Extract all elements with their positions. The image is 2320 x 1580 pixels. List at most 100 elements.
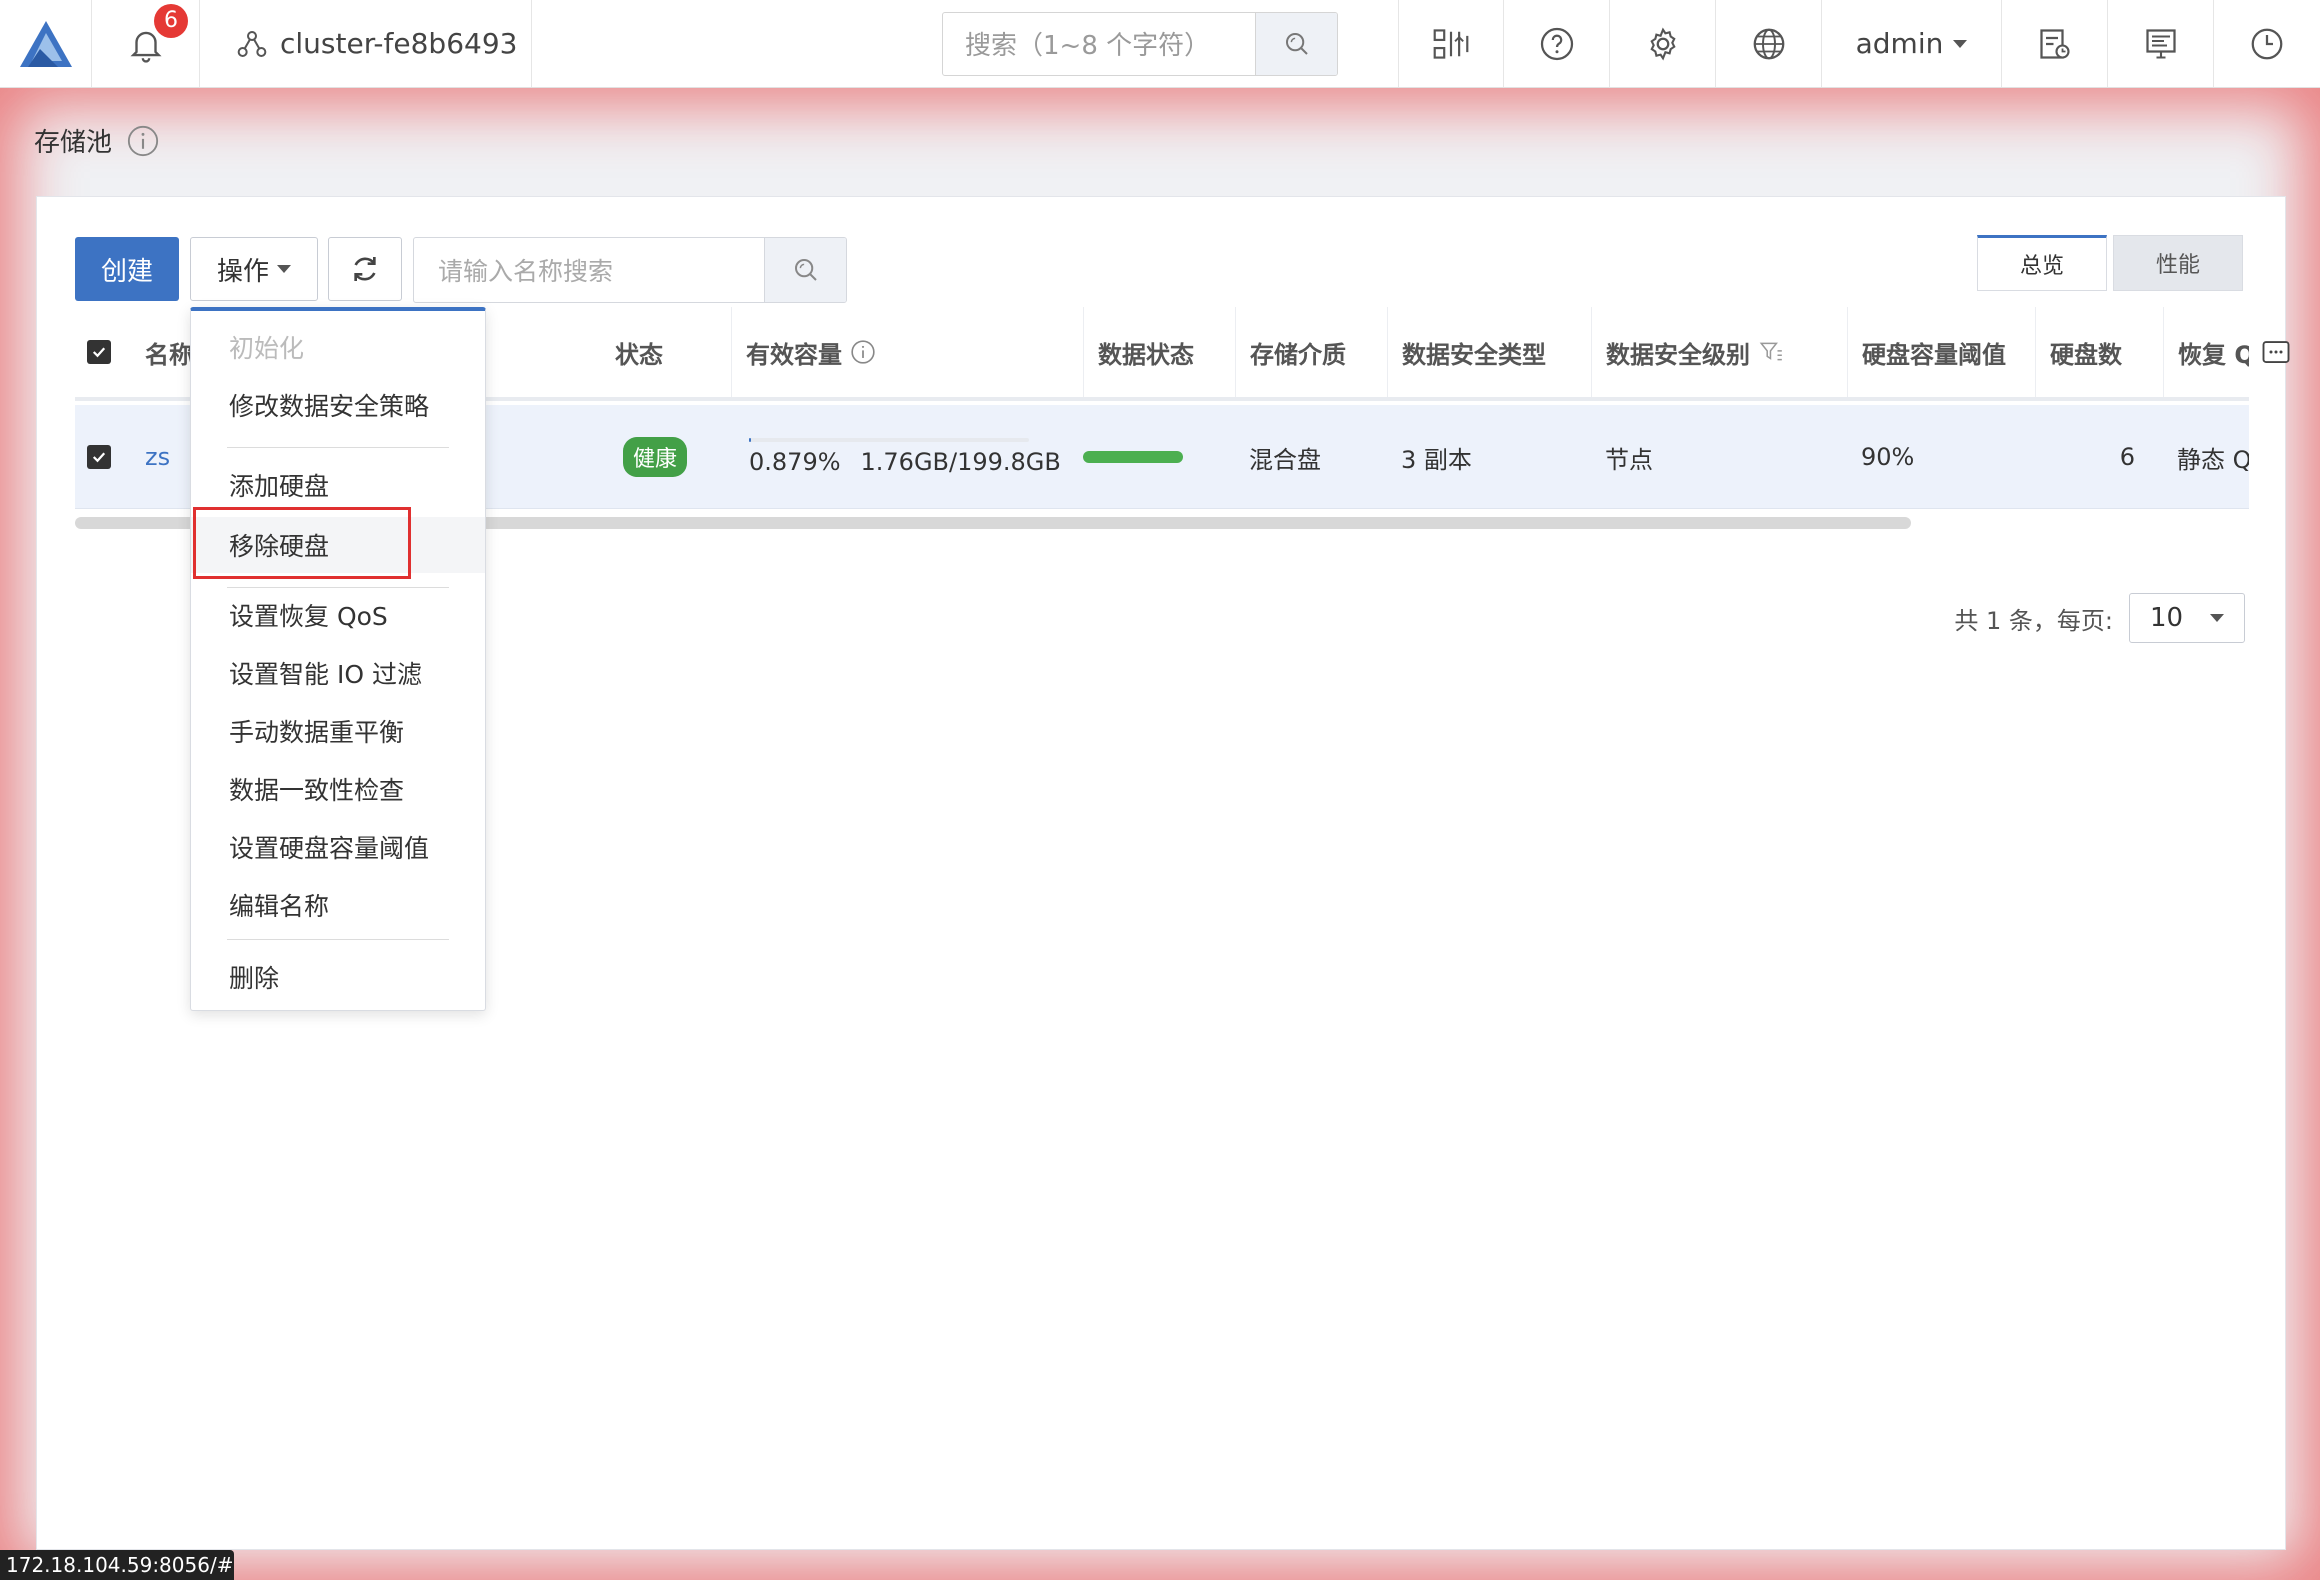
filter-icon[interactable] bbox=[1758, 339, 1784, 365]
disk-threshold: 90% bbox=[1861, 443, 1915, 471]
cluster-selector[interactable]: cluster-fe8b6493 bbox=[200, 0, 532, 87]
search-icon bbox=[1285, 32, 1308, 55]
safety-type: 3 副本 bbox=[1401, 445, 1472, 474]
page-title: 存储池 bbox=[34, 122, 160, 159]
clock-icon bbox=[2251, 28, 2283, 59]
capacity-bar bbox=[749, 438, 1029, 442]
capacity-usage: 1.76GB/199.8GB bbox=[860, 448, 1061, 476]
column-header-recovery[interactable]: 恢复 Q bbox=[2163, 307, 2249, 397]
highlight-box bbox=[193, 507, 411, 579]
page-title-text: 存储池 bbox=[34, 128, 113, 158]
menu-divider bbox=[227, 447, 449, 448]
info-icon[interactable] bbox=[850, 339, 876, 365]
data-status bbox=[1083, 405, 1183, 509]
chevron-down-icon bbox=[277, 265, 291, 273]
data-status-bar bbox=[1083, 451, 1183, 463]
column-header-safety-level[interactable]: 数据安全级别 bbox=[1591, 307, 1784, 397]
capacity-percent: 0.879% bbox=[749, 448, 841, 476]
language-button[interactable] bbox=[1716, 0, 1822, 87]
monitor-log-icon bbox=[2145, 28, 2176, 59]
pagination: 共 1 条，每页: 10 bbox=[1954, 593, 2245, 643]
column-header-safety-type[interactable]: 数据安全类型 bbox=[1387, 307, 1546, 397]
refresh-button[interactable] bbox=[328, 237, 402, 301]
help-icon bbox=[1540, 27, 1573, 60]
global-search-button[interactable] bbox=[1255, 12, 1337, 75]
column-header-name[interactable]: 名称 bbox=[145, 307, 193, 397]
menu-item-set-disk-threshold[interactable]: 设置硬盘容量阈值 bbox=[191, 821, 485, 873]
safety-level: 节点 bbox=[1605, 445, 1653, 474]
top-navigation-bar: 6 cluster-fe8b6493 搜索（1~8 个字符） admin bbox=[0, 0, 2320, 88]
column-settings-button[interactable] bbox=[2261, 307, 2291, 397]
topology-icon bbox=[1433, 28, 1469, 59]
notification-badge: 6 bbox=[154, 4, 188, 38]
row-checkbox[interactable] bbox=[87, 405, 111, 509]
pool-search: 请输入名称搜索 bbox=[413, 237, 847, 303]
cluster-icon bbox=[237, 30, 267, 57]
cluster-name: cluster-fe8b6493 bbox=[280, 27, 518, 60]
column-header-status[interactable]: 状态 bbox=[615, 307, 663, 397]
user-menu[interactable]: admin bbox=[1822, 0, 2002, 87]
status-bar-url: 172.18.104.59:8056/# bbox=[0, 1550, 234, 1580]
view-tabs: 总览 性能 bbox=[1977, 235, 2243, 291]
global-search: 搜索（1~8 个字符） bbox=[942, 0, 1398, 87]
column-header-capacity-label: 有效容量 bbox=[746, 340, 842, 369]
operations-menu: 初始化 修改数据安全策略 添加硬盘 移除硬盘 设置恢复 QoS 设置智能 IO … bbox=[190, 307, 486, 1011]
column-header-disk-threshold[interactable]: 硬盘容量阈值 bbox=[1847, 307, 2006, 397]
operations-dropdown-button[interactable]: 操作 bbox=[190, 237, 318, 301]
column-header-safety-level-label: 数据安全级别 bbox=[1606, 340, 1750, 369]
pool-search-button[interactable] bbox=[764, 238, 846, 302]
logo-icon bbox=[19, 20, 72, 67]
menu-item-modify-safety-policy[interactable]: 修改数据安全策略 bbox=[191, 379, 485, 431]
pool-name[interactable]: zs bbox=[145, 443, 170, 471]
page-size-value: 10 bbox=[2150, 603, 2184, 633]
topology-button[interactable] bbox=[1398, 0, 1504, 87]
globe-icon bbox=[1753, 28, 1784, 59]
column-header-capacity[interactable]: 有效容量 bbox=[731, 307, 876, 397]
menu-item-manual-rebalance[interactable]: 手动数据重平衡 bbox=[191, 705, 485, 757]
global-search-box: 搜索（1~8 个字符） bbox=[942, 11, 1338, 76]
column-header-medium[interactable]: 存储介质 bbox=[1235, 307, 1346, 397]
alerts-log-button[interactable] bbox=[2108, 0, 2214, 87]
capacity-bar-fill bbox=[749, 438, 751, 442]
user-name: admin bbox=[1855, 27, 1944, 60]
refresh-icon bbox=[354, 257, 376, 281]
menu-item-add-disk[interactable]: 添加硬盘 bbox=[191, 459, 485, 511]
menu-item-set-recovery-qos[interactable]: 设置恢复 QoS bbox=[191, 589, 485, 641]
pool-capacity: 0.879% 1.76GB/199.8GB bbox=[749, 405, 1061, 509]
app-logo[interactable] bbox=[0, 0, 92, 87]
pool-name-link[interactable]: zs bbox=[145, 405, 170, 509]
menu-divider bbox=[227, 939, 449, 940]
pool-search-input[interactable]: 请输入名称搜索 bbox=[414, 238, 764, 302]
status-badge: 健康 bbox=[623, 437, 688, 477]
global-search-input[interactable]: 搜索（1~8 个字符） bbox=[943, 13, 1255, 75]
chevron-down-icon bbox=[1953, 39, 1968, 48]
gear-icon bbox=[1649, 27, 1676, 60]
menu-item-initialize: 初始化 bbox=[229, 334, 305, 363]
menu-item-edit-name[interactable]: 编辑名称 bbox=[191, 879, 485, 931]
tab-overview[interactable]: 总览 bbox=[1977, 235, 2107, 291]
history-button[interactable] bbox=[2214, 0, 2320, 87]
menu-item-delete[interactable]: 删除 bbox=[191, 951, 485, 1003]
info-icon[interactable] bbox=[126, 124, 160, 158]
help-button[interactable] bbox=[1504, 0, 1610, 87]
disk-count: 6 bbox=[2119, 443, 2135, 471]
task-list-icon bbox=[2039, 28, 2070, 59]
tab-performance[interactable]: 性能 bbox=[2113, 235, 2243, 291]
select-all-checkbox[interactable] bbox=[87, 307, 111, 397]
page-size-select[interactable]: 10 bbox=[2129, 593, 2245, 643]
column-header-disk-count[interactable]: 硬盘数 bbox=[2035, 307, 2122, 397]
pool-status: 健康 bbox=[623, 405, 688, 509]
storage-medium: 混合盘 bbox=[1249, 445, 1321, 474]
menu-item-set-smart-io-filter[interactable]: 设置智能 IO 过滤 bbox=[191, 647, 485, 699]
operations-label: 操作 bbox=[216, 256, 269, 287]
tasks-button[interactable] bbox=[2002, 0, 2108, 87]
column-header-data-status[interactable]: 数据状态 bbox=[1083, 307, 1194, 397]
settings-button[interactable] bbox=[1610, 0, 1716, 87]
menu-divider bbox=[227, 587, 449, 588]
menu-item-consistency-check[interactable]: 数据一致性检查 bbox=[191, 763, 485, 815]
notifications-button[interactable]: 6 bbox=[92, 0, 200, 87]
recovery-qos: 静态 Qos bbox=[2177, 445, 2249, 474]
column-settings-icon bbox=[2262, 341, 2290, 363]
create-button[interactable]: 创建 bbox=[75, 237, 179, 301]
